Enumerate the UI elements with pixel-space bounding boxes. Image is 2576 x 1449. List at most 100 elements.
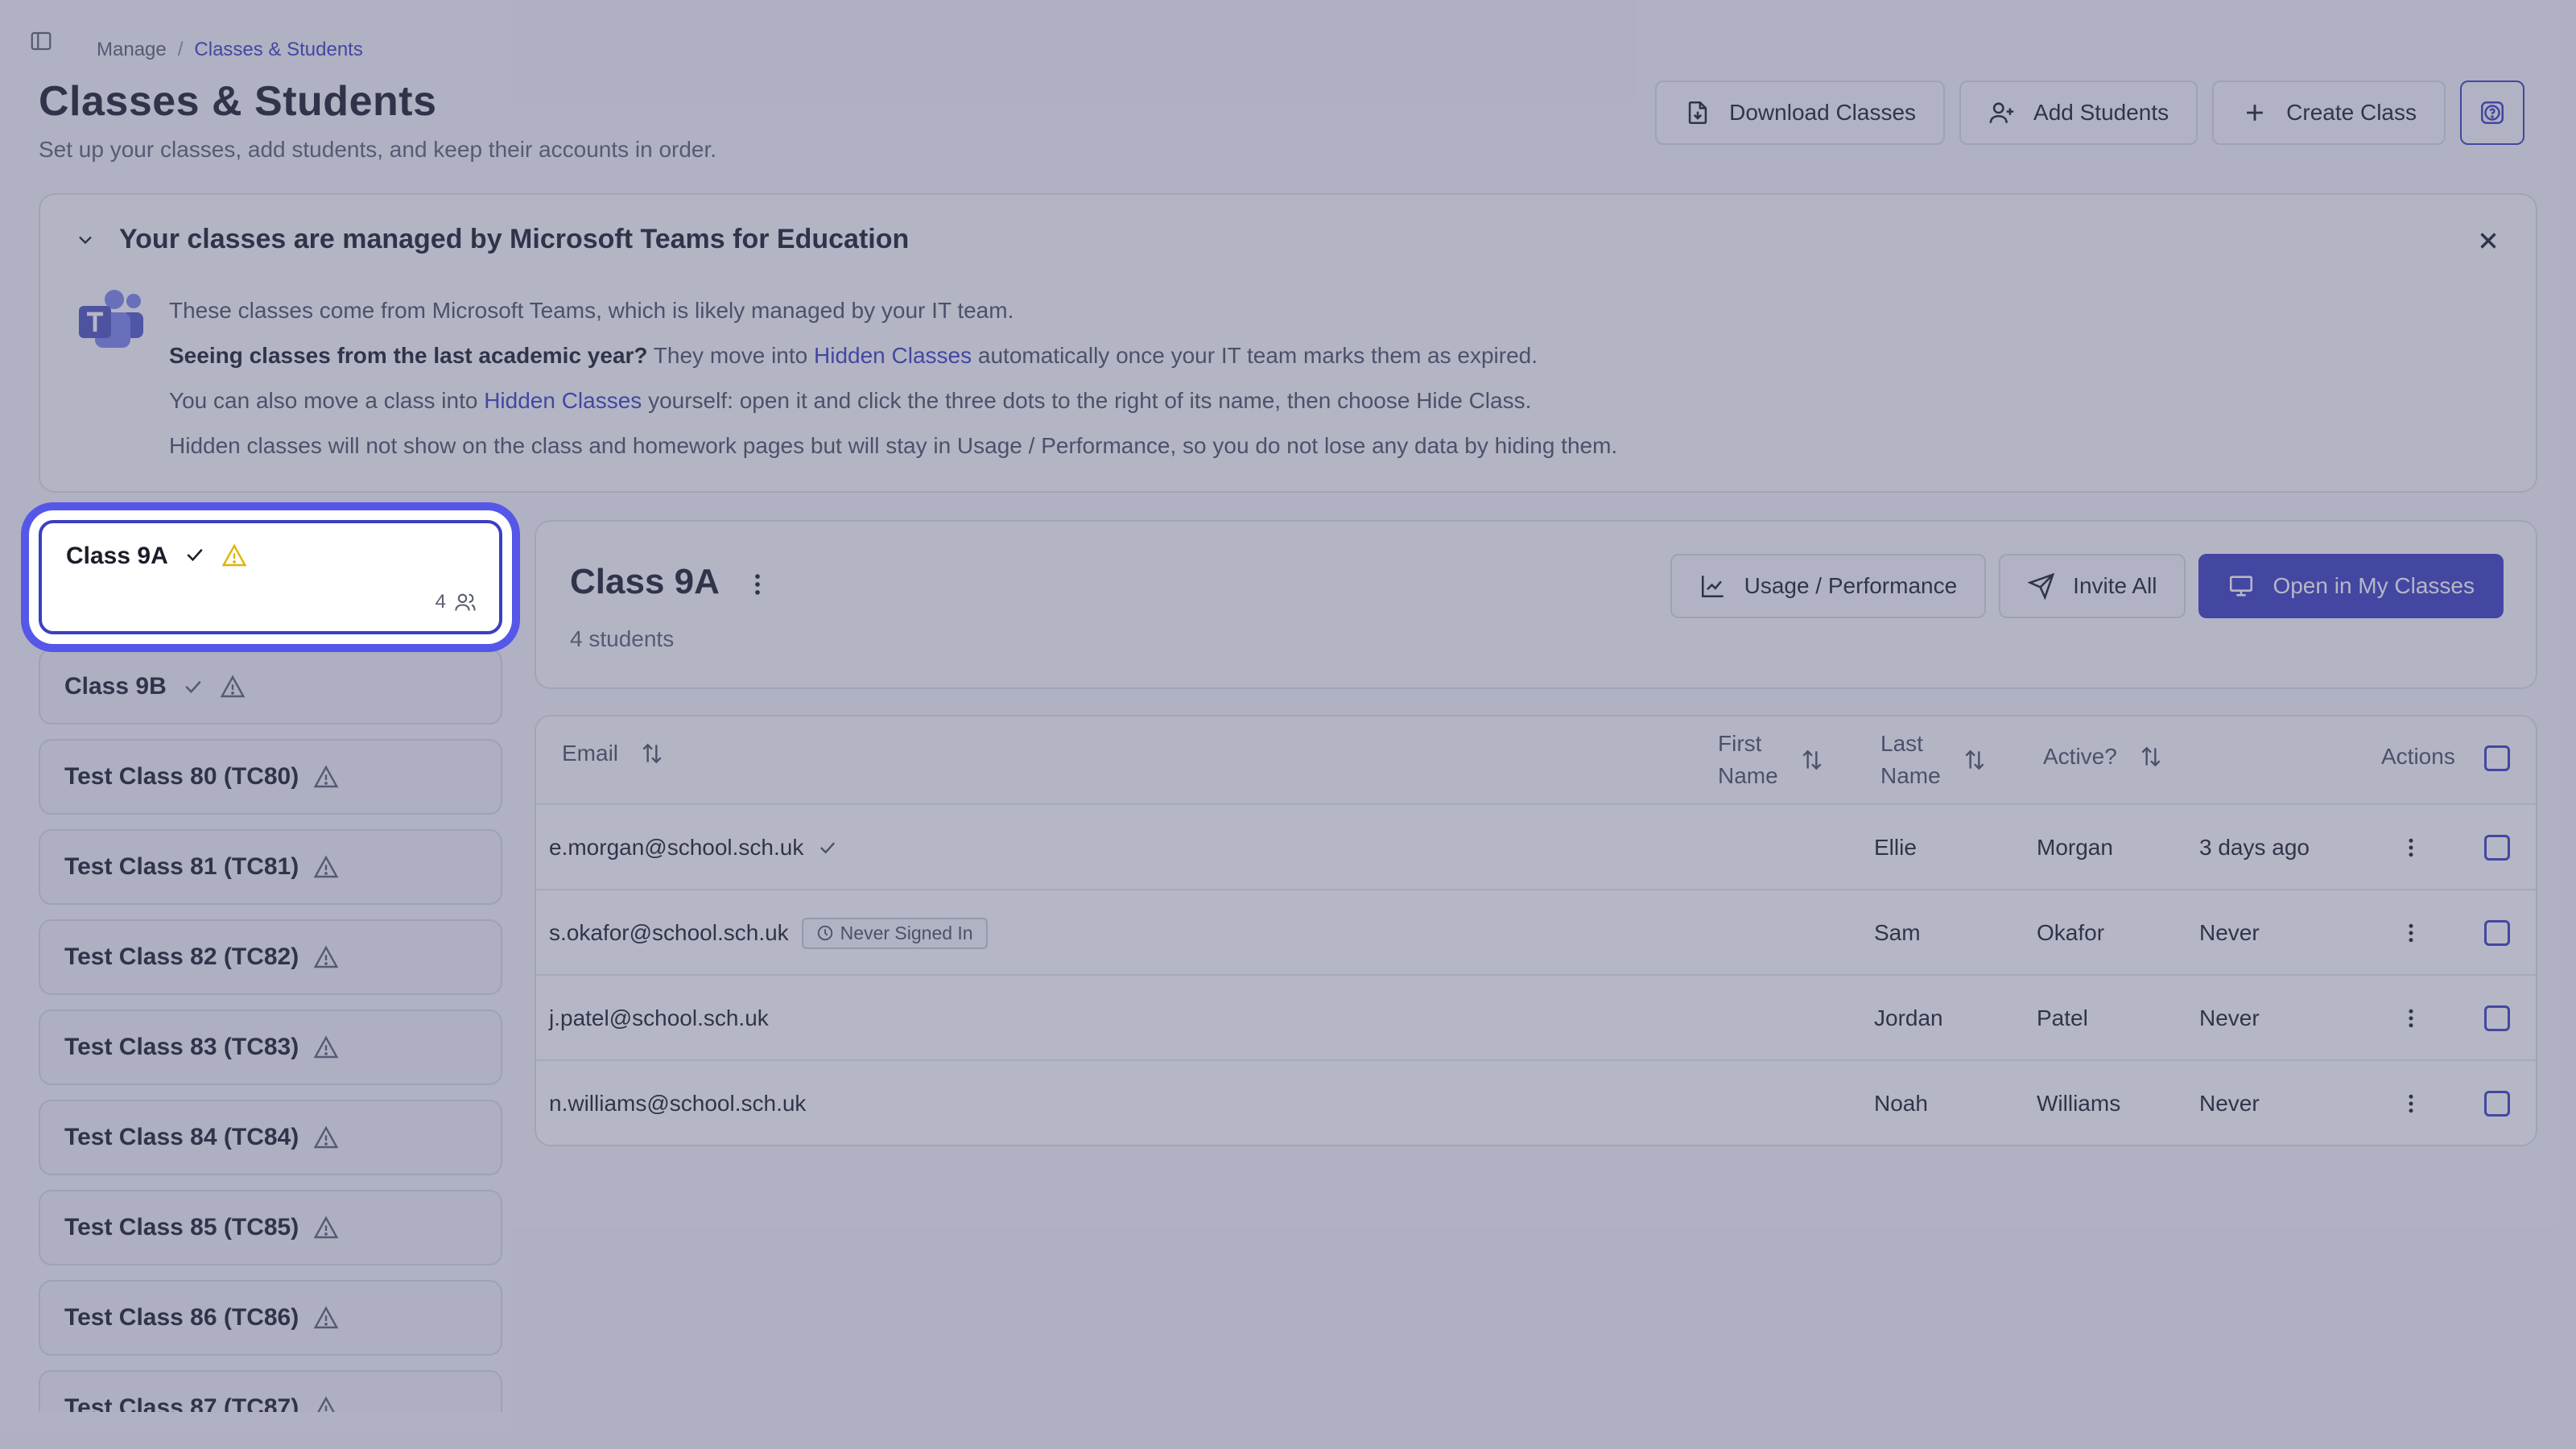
banner-line-2-b: automatically once your IT team marks th… bbox=[972, 343, 1538, 368]
class-list: Class 9B Test Class 80 (TC80) Test Class… bbox=[39, 520, 502, 1412]
class-card-tc85[interactable]: Test Class 85 (TC85) bbox=[39, 1190, 502, 1265]
add-students-button[interactable]: Add Students bbox=[1959, 80, 2198, 145]
class-card-name: Test Class 87 (TC87) bbox=[64, 1394, 299, 1412]
class-card-tc83[interactable]: Test Class 83 (TC83) bbox=[39, 1009, 502, 1085]
table-row: e.morgan@school.sch.uk Ellie Morgan 3 da… bbox=[536, 805, 2536, 890]
badge-label: Never Signed In bbox=[840, 922, 973, 943]
warning-icon bbox=[221, 543, 247, 567]
sort-icon[interactable] bbox=[1799, 747, 1825, 773]
row-checkbox[interactable] bbox=[2484, 835, 2510, 861]
last-name-line-2: Name bbox=[1880, 763, 1941, 788]
row-actions-icon[interactable] bbox=[2399, 1089, 2423, 1118]
microsoft-teams-icon bbox=[79, 290, 143, 348]
check-icon bbox=[185, 680, 201, 694]
column-active[interactable]: Active? bbox=[2043, 744, 2164, 770]
warning-icon bbox=[313, 765, 339, 788]
class-card-9b[interactable]: Class 9B bbox=[39, 649, 502, 724]
page-title: Classes & Students bbox=[39, 78, 437, 125]
last-name-cell: Okafor bbox=[2037, 920, 2105, 945]
first-name-cell: Noah bbox=[1874, 1091, 1928, 1116]
first-name-line-2: Name bbox=[1718, 763, 1778, 788]
sort-icon[interactable] bbox=[639, 741, 665, 766]
active-cell: 3 days ago bbox=[2199, 835, 2310, 860]
class-options-icon[interactable] bbox=[744, 568, 771, 601]
column-first-name-label: First Name bbox=[1718, 728, 1778, 792]
class-card-tc81[interactable]: Test Class 81 (TC81) bbox=[39, 829, 502, 905]
student-email: n.williams@school.sch.uk bbox=[549, 1091, 807, 1116]
warning-icon bbox=[313, 1216, 339, 1239]
row-actions-cell bbox=[2399, 890, 2423, 976]
sort-icon[interactable] bbox=[1962, 747, 1988, 773]
first-name-line-1: First bbox=[1718, 731, 1762, 756]
class-card-name: Test Class 83 (TC83) bbox=[64, 1034, 299, 1060]
sidebar-toggle-icon[interactable] bbox=[29, 29, 53, 53]
column-actions-label: Actions bbox=[2381, 744, 2455, 769]
file-download-icon bbox=[1688, 101, 1707, 125]
row-checkbox[interactable] bbox=[2484, 1005, 2510, 1031]
column-active-label: Active? bbox=[2043, 744, 2117, 769]
first-name-cell: Jordan bbox=[1874, 1005, 1943, 1030]
breadcrumb-manage[interactable]: Manage bbox=[97, 39, 167, 61]
column-first-name[interactable]: First Name bbox=[1718, 728, 1825, 792]
help-circle-icon bbox=[2480, 101, 2504, 125]
class-card-name: Class 9A bbox=[66, 543, 168, 569]
invite-all-button[interactable]: Invite All bbox=[1999, 554, 2186, 618]
download-classes-button[interactable]: Download Classes bbox=[1655, 80, 1946, 145]
warning-icon bbox=[313, 1035, 339, 1059]
first-name-cell: Sam bbox=[1874, 920, 1921, 945]
create-class-button[interactable]: Create Class bbox=[2212, 80, 2446, 145]
class-detail-title: Class 9A bbox=[570, 562, 720, 601]
class-card-tc86[interactable]: Test Class 86 (TC86) bbox=[39, 1280, 502, 1356]
banner-line-3: You can also move a class into Hidden Cl… bbox=[169, 378, 1617, 423]
class-actions: Usage / Performance Invite All Open in M… bbox=[1670, 554, 2504, 618]
open-in-my-classes-button[interactable]: Open in My Classes bbox=[2198, 554, 2504, 618]
class-card-name: Test Class 86 (TC86) bbox=[64, 1304, 299, 1331]
banner-line-3-b: yourself: open it and click the three do… bbox=[642, 388, 1532, 413]
spotlight-target: Class 9A 4 bbox=[39, 520, 502, 634]
help-button[interactable] bbox=[2460, 80, 2524, 145]
column-email[interactable]: Email bbox=[562, 741, 665, 766]
add-students-label: Add Students bbox=[2033, 100, 2169, 125]
column-last-name[interactable]: Last Name bbox=[1880, 728, 1988, 792]
class-card-tc82[interactable]: Test Class 82 (TC82) bbox=[39, 919, 502, 995]
row-actions-cell bbox=[2399, 976, 2423, 1061]
sort-icon[interactable] bbox=[2138, 744, 2164, 770]
create-class-label: Create Class bbox=[2286, 100, 2417, 125]
row-actions-icon[interactable] bbox=[2399, 919, 2423, 947]
breadcrumb-current[interactable]: Classes & Students bbox=[194, 39, 362, 61]
row-checkbox[interactable] bbox=[2484, 1091, 2510, 1117]
chevron-down-icon[interactable] bbox=[74, 229, 97, 251]
class-card-9a[interactable]: Class 9A 4 bbox=[39, 520, 502, 634]
class-card-name: Test Class 82 (TC82) bbox=[64, 943, 299, 970]
student-count: 4 students bbox=[570, 626, 675, 651]
close-icon[interactable] bbox=[2475, 227, 2502, 254]
usage-performance-button[interactable]: Usage / Performance bbox=[1670, 554, 1987, 618]
class-card-tc80[interactable]: Test Class 80 (TC80) bbox=[39, 739, 502, 815]
table-header: Email First Name Last Name Active? Actions bbox=[536, 716, 2536, 805]
page-subtitle: Set up your classes, add students, and k… bbox=[39, 137, 717, 162]
send-icon bbox=[2028, 572, 2055, 600]
hidden-classes-link[interactable]: Hidden Classes bbox=[814, 343, 972, 368]
column-email-label: Email bbox=[562, 741, 619, 766]
row-actions-icon[interactable] bbox=[2399, 1004, 2423, 1033]
row-actions-icon[interactable] bbox=[2399, 833, 2423, 862]
class-card-tc87[interactable]: Test Class 87 (TC87) bbox=[39, 1370, 502, 1412]
banner-header: Your classes are managed by Microsoft Te… bbox=[74, 224, 909, 255]
class-card-tc84[interactable]: Test Class 84 (TC84) bbox=[39, 1100, 502, 1175]
class-student-count: 4 bbox=[436, 591, 477, 613]
teams-info-banner: Your classes are managed by Microsoft Te… bbox=[39, 193, 2537, 493]
warning-icon bbox=[313, 945, 339, 968]
banner-line-1: These classes come from Microsoft Teams,… bbox=[169, 298, 1014, 323]
active-cell: Never bbox=[2199, 920, 2260, 945]
active-cell: Never bbox=[2199, 1091, 2260, 1116]
banner-title: Your classes are managed by Microsoft Te… bbox=[119, 224, 910, 254]
open-in-my-classes-label: Open in My Classes bbox=[2273, 573, 2475, 598]
email-cell: e.morgan@school.sch.uk bbox=[549, 805, 839, 890]
row-actions-cell bbox=[2399, 805, 2423, 890]
hidden-classes-link-2[interactable]: Hidden Classes bbox=[484, 388, 642, 413]
select-all-checkbox[interactable] bbox=[2484, 745, 2510, 771]
class-card-name: Test Class 81 (TC81) bbox=[64, 853, 299, 880]
student-email: e.morgan@school.sch.uk bbox=[549, 835, 804, 860]
row-checkbox[interactable] bbox=[2484, 920, 2510, 946]
email-cell: j.patel@school.sch.uk bbox=[549, 976, 769, 1061]
